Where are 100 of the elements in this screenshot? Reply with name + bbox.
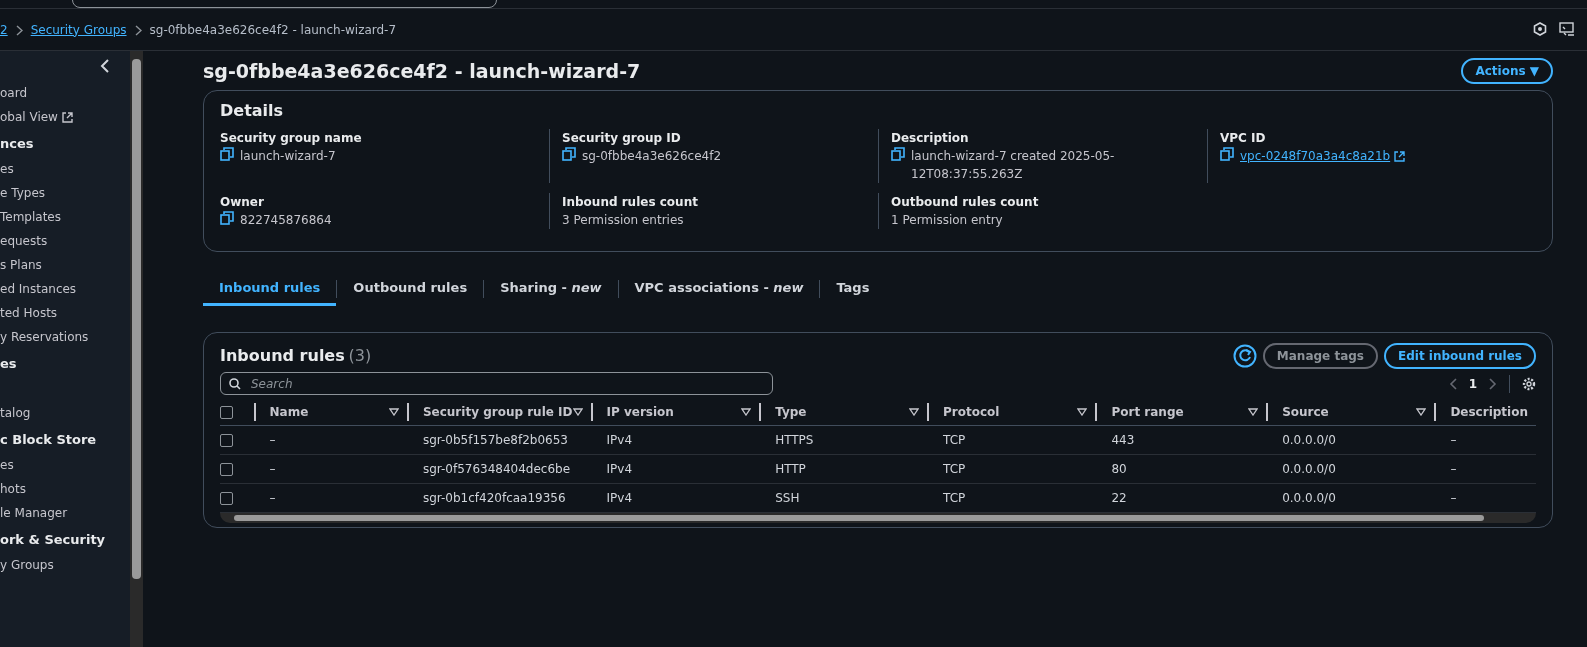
table-cell-text: 0.0.0.0/0 — [1281, 462, 1336, 476]
tab[interactable]: Sharing - new — [484, 271, 618, 306]
table-cell-text: – — [268, 491, 276, 505]
panel-title: Details — [220, 99, 285, 122]
row-checkbox[interactable] — [220, 463, 233, 476]
table-cell-text: sgr-0b1cf420fcaa19356 — [421, 491, 566, 505]
table-cell-text: 443 — [1110, 433, 1135, 447]
copy-icon[interactable] — [562, 146, 576, 161]
field-value: 822745876864 — [240, 211, 332, 229]
page-title: sg-0fbbe4a3e626ce4f2 - launch-wizard-7 — [203, 59, 641, 84]
edit-rules-button[interactable]: Edit inbound rules — [1384, 343, 1536, 369]
column-header[interactable]: IP version — [606, 403, 674, 421]
copy-icon[interactable] — [220, 146, 234, 161]
previous-page-icon[interactable] — [1448, 377, 1457, 390]
panel-title: Inbound rules — [220, 346, 345, 365]
field-value: launch-wizard-7 — [240, 147, 336, 165]
nav-link[interactable]: oard — [0, 81, 130, 105]
field-value: 1 Permission entry — [891, 211, 1003, 229]
column-header[interactable]: Description — [1450, 403, 1528, 421]
tab[interactable]: Outbound rules — [337, 271, 484, 306]
tab[interactable]: Tags — [820, 271, 886, 306]
field-label: VPC ID — [1220, 129, 1267, 147]
next-page-icon[interactable] — [1489, 377, 1497, 390]
horizontal-scrollbar[interactable] — [220, 513, 1536, 523]
nav-link[interactable]: obal View — [0, 105, 130, 129]
table-cell-text: TCP — [942, 491, 966, 505]
table-cell-text: IPv4 — [605, 462, 633, 476]
nav-link[interactable]: s Plans — [0, 253, 130, 277]
table-cell-text: – — [268, 462, 276, 476]
table-cell-text: – — [1449, 491, 1457, 505]
field-value: launch-wizard-7 created 2025-05-12T08:37:55.263Z — [911, 147, 1116, 183]
filter-icon[interactable] — [572, 408, 583, 416]
terminal-icon[interactable] — [1559, 22, 1575, 37]
nav-link[interactable]: Templates — [0, 205, 130, 229]
table-cell-text: SSH — [774, 491, 800, 505]
actions-button[interactable]: Actions ▼ — [1461, 58, 1553, 85]
nav-link[interactable]: es — [0, 453, 130, 477]
nav-link[interactable]: equests — [0, 229, 130, 253]
field-label: Inbound rules count — [562, 193, 699, 211]
field-label: Security group name — [220, 129, 363, 147]
field-label: Security group ID — [562, 129, 682, 147]
external-link-icon — [1394, 150, 1406, 162]
breadcrumb-current: sg-0fbbe4a3e626ce4f2 - launch-wizard-7 — [149, 21, 397, 39]
nav-link[interactable]: es — [0, 157, 130, 181]
field-label: Outbound rules count — [891, 193, 1040, 211]
filter-icon[interactable] — [909, 408, 920, 416]
copy-icon[interactable] — [220, 210, 234, 225]
filter-icon[interactable] — [388, 408, 399, 416]
nav-link[interactable]: y Reservations — [0, 325, 130, 349]
filter-icon[interactable] — [741, 408, 752, 416]
column-header[interactable]: Type — [775, 403, 807, 421]
table-cell-text: sgr-0b5f157be8f2b0653 — [421, 433, 568, 447]
table-cell-text: – — [268, 433, 276, 447]
filter-icon[interactable] — [1416, 408, 1427, 416]
field-label: Owner — [220, 193, 265, 211]
nav-link[interactable]: hots — [0, 477, 130, 501]
column-header[interactable]: Security group rule ID — [422, 403, 573, 421]
field-label: Description — [891, 129, 970, 147]
nav-link[interactable]: le Manager — [0, 501, 130, 525]
nav-link[interactable]: ted Hosts — [0, 301, 130, 325]
page-number[interactable]: 1 — [1468, 374, 1477, 393]
table-cell-text: 0.0.0.0/0 — [1281, 433, 1336, 447]
table-cell-text: 22 — [1110, 491, 1127, 505]
search-field[interactable]: Search — [220, 372, 773, 395]
collapse-icon[interactable] — [100, 59, 110, 73]
row-checkbox[interactable] — [220, 434, 233, 447]
filter-icon[interactable] — [1077, 408, 1088, 416]
tab[interactable]: VPC associations - new — [618, 271, 820, 306]
nav-link[interactable]: talog — [0, 401, 130, 425]
column-header[interactable]: Protocol — [943, 403, 1000, 421]
column-header[interactable]: Port range — [1111, 403, 1184, 421]
table-cell-text: TCP — [942, 433, 966, 447]
breadcrumb-link[interactable]: 2 — [0, 20, 8, 39]
nav-link[interactable]: y Groups — [0, 553, 130, 577]
refresh-icon[interactable] — [1232, 344, 1257, 368]
select-all-checkbox[interactable] — [220, 406, 233, 419]
breadcrumb-link[interactable]: Security Groups — [30, 20, 127, 39]
nav-section-heading: c Block Store — [0, 431, 98, 449]
field-value: 3 Permission entries — [562, 211, 684, 229]
copy-icon[interactable] — [891, 146, 905, 161]
field-value: sg-0fbbe4a3e626ce4f2 — [582, 147, 722, 165]
settings-icon[interactable] — [1522, 376, 1536, 391]
vpc-link[interactable]: vpc-0248f70a3a4c8a21b — [1240, 146, 1406, 165]
table-cell-text: – — [1449, 462, 1457, 476]
tab[interactable]: Inbound rules — [203, 271, 337, 306]
hexagon-icon[interactable] — [1533, 22, 1547, 36]
nav-link[interactable]: ed Instances — [0, 277, 130, 301]
copy-icon[interactable] — [1220, 146, 1234, 161]
scrollbar[interactable] — [130, 51, 143, 647]
filter-icon[interactable] — [1248, 408, 1259, 416]
table-cell-text: 0.0.0.0/0 — [1281, 491, 1336, 505]
nav-section-heading: es — [0, 355, 18, 373]
column-header[interactable]: Source — [1282, 403, 1329, 421]
table-cell-text: TCP — [942, 462, 966, 476]
row-checkbox[interactable] — [220, 492, 233, 505]
table-cell-text: HTTP — [774, 462, 806, 476]
column-header[interactable]: Name — [269, 403, 309, 421]
rule-count: (3) — [348, 346, 372, 365]
table-cell-text: HTTPS — [774, 433, 814, 447]
nav-link[interactable]: e Types — [0, 181, 130, 205]
